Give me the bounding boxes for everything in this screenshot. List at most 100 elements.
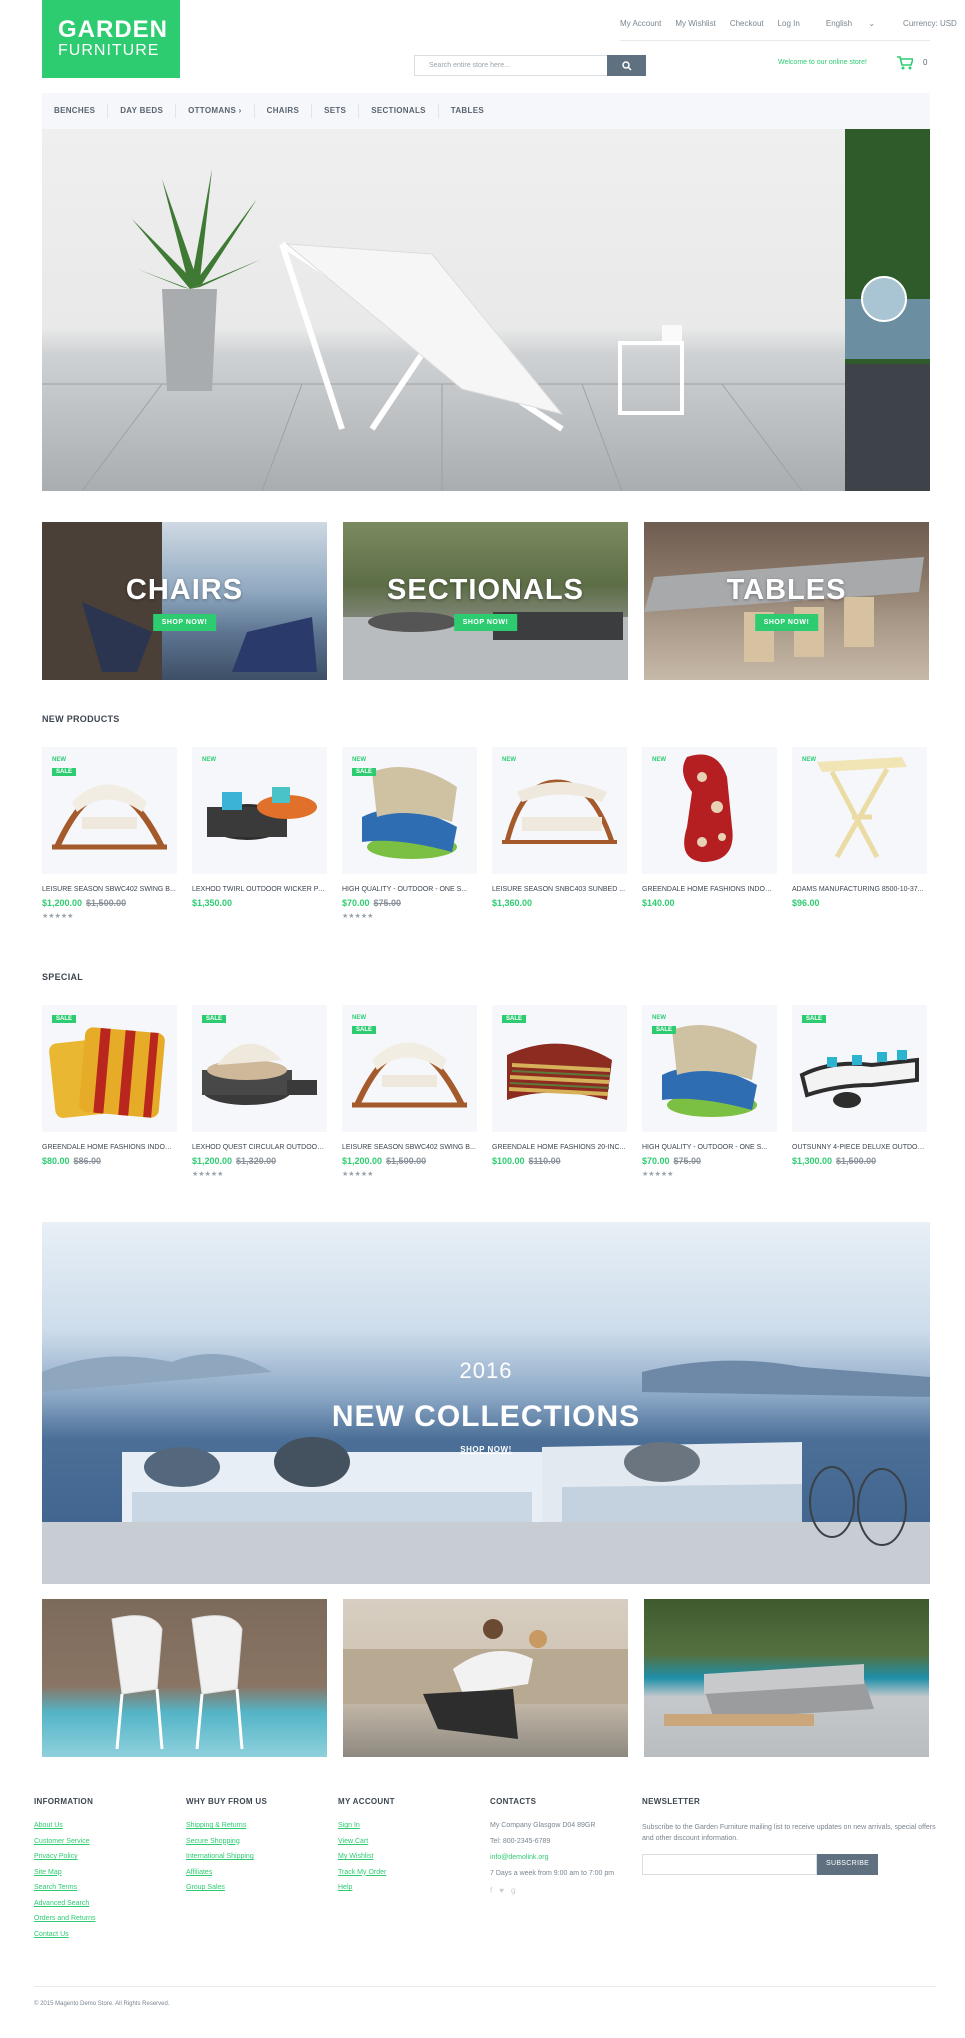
product-card[interactable]: SALE OUTSUNNY 4-PIECE DELUXE OUTDOO... $… [792,1005,927,1170]
search-button[interactable] [607,55,646,76]
category-banner-chairs[interactable]: CHAIRS SHOP NOW! [42,522,327,680]
twitter-icon[interactable]: ♥ [499,1886,504,1895]
product-card[interactable]: NEW LEXHOD TWIRL OUTDOOR WICKER PA... $1… [192,747,327,912]
nav-item-day-beds[interactable]: DAY BEDS [108,104,177,118]
product-card[interactable]: NEW ADAMS MANUFACTURING 8500-10-37... $9… [792,747,927,912]
product-card[interactable]: NEW SALE LEISURE SEASON SBWC402 SWING B.… [342,1005,477,1178]
product-name[interactable]: LEISURE SEASON SBWC402 SWING B... [42,886,177,893]
footer-link-customer-service[interactable]: Customer Service [34,1838,95,1845]
cart-icon[interactable] [897,56,913,70]
chevron-down-icon: › [238,106,242,115]
product-name[interactable]: ADAMS MANUFACTURING 8500-10-37... [792,886,927,893]
product-image[interactable]: NEW [792,747,927,874]
footer-link-track-order[interactable]: Track My Order [338,1869,395,1876]
product-name[interactable]: LEISURE SEASON SNBC403 SUNBED ... [492,886,627,893]
product-price: $1,360.00 [492,898,533,908]
product-name[interactable]: GREENDALE HOME FASHIONS INDOOR... [42,1144,177,1151]
product-card[interactable]: SALE LEXHOD QUEST CIRCULAR OUTDOOR ... $… [192,1005,327,1178]
collection-banner[interactable]: 2016 NEW COLLECTIONS SHOP NOW! [42,1222,930,1584]
footer-link-international-shipping[interactable]: International Shipping [186,1853,267,1860]
product-name[interactable]: LEXHOD TWIRL OUTDOOR WICKER PA... [192,886,327,893]
logo-line1: GARDEN [58,16,169,43]
footer-link-privacy-policy[interactable]: Privacy Policy [34,1853,95,1860]
sale-badge: SALE [352,768,377,776]
product-image[interactable]: SALE [492,1005,627,1132]
product-name[interactable]: GREENDALE HOME FASHIONS INDOOR... [642,886,777,893]
copyright: © 2015 Magento Demo Store. All Rights Re… [34,2001,170,2007]
logo[interactable]: GARDEN FURNITURE [42,0,180,78]
link-log-in[interactable]: Log In [778,19,800,28]
link-checkout[interactable]: Checkout [730,19,764,28]
product-card[interactable]: NEW GREENDALE HOME FASHIONS INDOOR... $1… [642,747,777,912]
product-old-price: $75.00 [373,898,402,908]
language-selector[interactable]: English ⌄ [826,19,889,28]
footer-link-orders-returns[interactable]: Orders and Returns [34,1915,95,1922]
product-name[interactable]: OUTSUNNY 4-PIECE DELUXE OUTDOO... [792,1144,927,1151]
product-name[interactable]: HIGH QUALITY - OUTDOOR - ONE S... [642,1144,777,1151]
product-image[interactable]: NEW SALE [642,1005,777,1132]
nav-item-sets[interactable]: SETS [312,104,360,118]
shop-now-link[interactable]: SHOP NOW! [42,1445,930,1454]
contact-email[interactable]: info@demolink.org [490,1854,614,1861]
promo-tile-couple[interactable] [343,1599,628,1757]
shop-now-button[interactable]: SHOP NOW! [754,614,819,631]
hero-banner[interactable] [42,129,930,491]
product-card[interactable]: NEW SALE LEISURE SEASON SBWC402 SWING B.… [42,747,177,920]
footer-link-about-us[interactable]: About Us [34,1822,95,1829]
product-image[interactable]: SALE [192,1005,327,1132]
google-plus-icon[interactable]: g [511,1886,515,1895]
nav-item-chairs[interactable]: CHAIRS [255,104,313,118]
nav-item-sectionals[interactable]: SECTIONALS [359,104,439,118]
footer-link-my-wishlist[interactable]: My Wishlist [338,1853,395,1860]
product-card[interactable]: SALE GREENDALE HOME FASHIONS 20-INC... $… [492,1005,627,1170]
product-image[interactable]: NEW [192,747,327,874]
product-name[interactable]: GREENDALE HOME FASHIONS 20-INC... [492,1144,627,1151]
footer-link-secure-shopping[interactable]: Secure Shopping [186,1838,267,1845]
footer-link-shipping-returns[interactable]: Shipping & Returns [186,1822,267,1829]
product-image[interactable]: NEW SALE [342,1005,477,1132]
link-my-account[interactable]: My Account [620,19,661,28]
footer-link-group-sales[interactable]: Group Sales [186,1884,267,1891]
product-card[interactable]: NEW SALE HIGH QUALITY - OUTDOOR - ONE S.… [342,747,477,920]
product-image[interactable]: NEW SALE [342,747,477,874]
product-card[interactable]: NEW SALE HIGH QUALITY - OUTDOOR - ONE S.… [642,1005,777,1178]
product-image[interactable]: NEW SALE [42,747,177,874]
product-image[interactable]: SALE [42,1005,177,1132]
product-price: $96.00 [792,898,820,908]
footer-heading: INFORMATION [34,1797,94,1806]
product-name[interactable]: LEXHOD QUEST CIRCULAR OUTDOOR ... [192,1144,327,1151]
footer-link-affiliates[interactable]: Affiliates [186,1869,267,1876]
nav-item-ottomans[interactable]: OTTOMANS › [176,104,255,118]
facebook-icon[interactable]: f [490,1886,492,1895]
shop-now-button[interactable]: SHOP NOW! [453,614,518,631]
currency-selector[interactable]: Currency: USD ⌄ [903,19,965,28]
sale-badge: SALE [502,1015,527,1023]
footer-link-view-cart[interactable]: View Cart [338,1838,395,1845]
product-image[interactable]: SALE [792,1005,927,1132]
shop-now-button[interactable]: SHOP NOW! [152,614,217,631]
promo-tile-pool-chairs[interactable] [42,1599,327,1757]
nav-item-tables[interactable]: TABLES [439,104,496,118]
nav-item-label: OTTOMANS [188,106,237,115]
product-name[interactable]: LEISURE SEASON SBWC402 SWING B... [342,1144,477,1151]
footer-link-site-map[interactable]: Site Map [34,1869,95,1876]
product-image[interactable]: NEW [492,747,627,874]
product-card[interactable]: SALE GREENDALE HOME FASHIONS INDOOR... $… [42,1005,177,1170]
footer-link-help[interactable]: Help [338,1884,395,1891]
subscribe-button[interactable]: SUBSCRIBE [817,1854,879,1875]
nav-item-benches[interactable]: BENCHES [42,104,109,118]
section-title-new-products: NEW PRODUCTS [42,714,120,724]
newsletter-email-input[interactable] [642,1854,817,1875]
product-old-price: $1,500.00 [86,898,127,908]
product-card[interactable]: NEW LEISURE SEASON SNBC403 SUNBED ... $1… [492,747,627,912]
footer-link-advanced-search[interactable]: Advanced Search [34,1900,95,1907]
footer-link-contact-us[interactable]: Contact Us [34,1931,95,1938]
footer-link-sign-in[interactable]: Sign In [338,1822,395,1829]
category-banner-tables[interactable]: TABLES SHOP NOW! [644,522,929,680]
category-banner-sectionals[interactable]: SECTIONALS SHOP NOW! [343,522,628,680]
product-name[interactable]: HIGH QUALITY - OUTDOOR - ONE S... [342,886,477,893]
product-image[interactable]: NEW [642,747,777,874]
promo-tile-pool-lounge[interactable] [644,1599,929,1757]
link-my-wishlist[interactable]: My Wishlist [675,19,715,28]
footer-link-search-terms[interactable]: Search Terms [34,1884,95,1891]
